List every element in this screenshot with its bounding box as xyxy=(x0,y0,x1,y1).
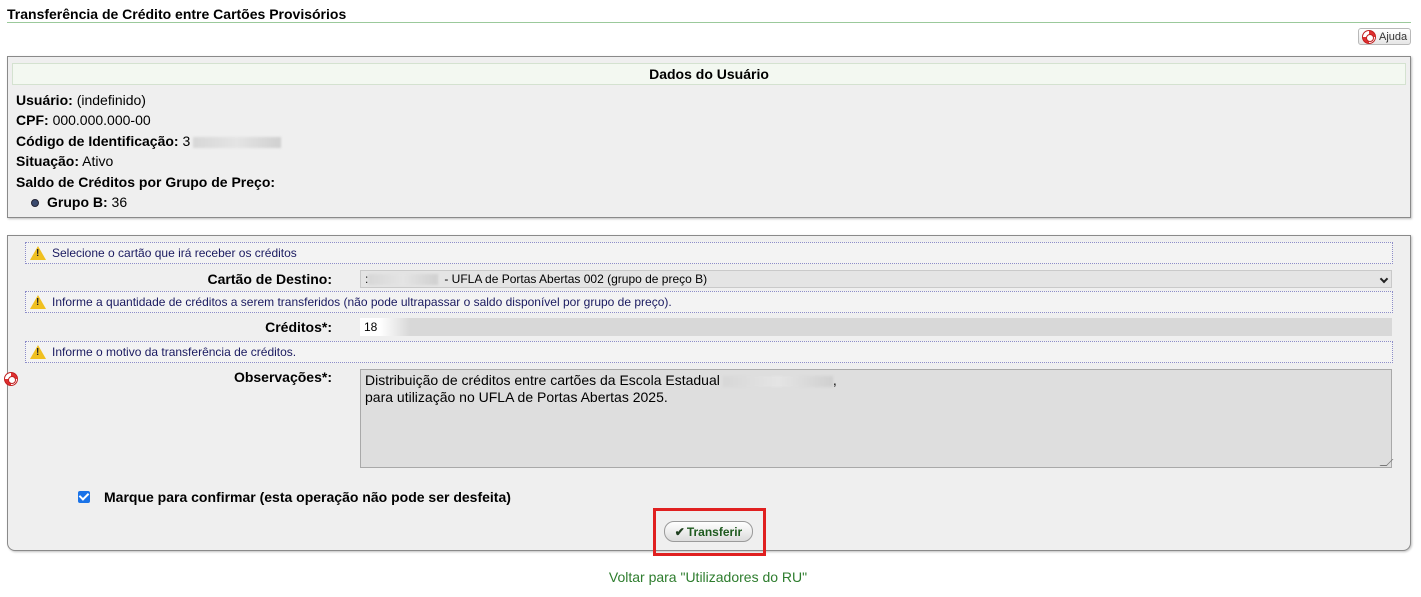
grupo-label: Grupo B: xyxy=(47,194,108,210)
title-divider xyxy=(7,22,1411,23)
warning-card-text: Selecione o cartão que irá receber os cr… xyxy=(52,246,297,260)
lifebuoy-icon xyxy=(1362,29,1376,44)
warning-icon xyxy=(30,246,46,260)
warning-reason-text: Informe o motivo da transferência de cré… xyxy=(52,345,297,359)
grupo-item: Grupo B: 36 xyxy=(31,194,127,210)
obs-label: Observações*: xyxy=(233,369,332,385)
confirm-checkbox[interactable] xyxy=(78,491,90,503)
chevron-down-icon xyxy=(1379,274,1389,284)
credits-label: Créditos*: xyxy=(265,319,332,335)
warning-card: Selecione o cartão que irá receber os cr… xyxy=(25,242,1393,264)
help-button[interactable]: Ajuda xyxy=(1358,28,1411,45)
codigo-line: Código de Identificação: 3 xyxy=(16,133,282,149)
card-selected-text: - UFLA de Portas Abertas 002 (grupo de p… xyxy=(444,272,708,286)
warning-reason: Informe o motivo da transferência de cré… xyxy=(25,341,1393,363)
situacao-label: Situação: xyxy=(16,153,80,169)
credits-input[interactable] xyxy=(360,318,1392,336)
situacao-value: Ativo xyxy=(82,153,114,169)
codigo-label: Código de Identificação: xyxy=(16,133,179,149)
redacted-card-id xyxy=(368,274,439,286)
bullet-icon xyxy=(31,199,39,208)
usuario-line: Usuário: (indefinido) xyxy=(16,92,146,108)
codigo-value: 3 xyxy=(182,133,191,149)
help-label: Ajuda xyxy=(1379,30,1408,43)
destination-card-select[interactable]: :- UFLA de Portas Abertas 002 (grupo de … xyxy=(360,270,1392,288)
observations-textarea[interactable]: Distribuição de créditos entre cartões d… xyxy=(360,369,1394,468)
warning-credits: Informe a quantidade de créditos a serem… xyxy=(25,291,1393,313)
cpf-value: 000.000.000-00 xyxy=(52,112,151,128)
confirm-row[interactable]: Marque para confirmar (esta operação não… xyxy=(78,488,511,506)
obs-line1-end: , xyxy=(832,372,837,388)
redacted-school-name xyxy=(722,375,833,387)
usuario-label: Usuário: xyxy=(16,92,73,108)
transfer-button[interactable]: ✔ Transferir xyxy=(664,521,753,542)
back-link[interactable]: Voltar para "Utilizadores do RU" xyxy=(0,569,1416,585)
transfer-label: Transferir xyxy=(686,524,743,539)
card-label: Cartão de Destino: xyxy=(207,271,332,287)
warning-icon xyxy=(30,295,46,309)
obs-line1: Distribuição de créditos entre cartões d… xyxy=(365,372,720,388)
resize-handle[interactable] xyxy=(1379,459,1394,466)
lifebuoy-icon[interactable] xyxy=(4,372,18,386)
saldo-line: Saldo de Créditos por Grupo de Preço: xyxy=(16,174,275,190)
page-title: Transferência de Crédito entre Cartões P… xyxy=(7,6,347,22)
situacao-line: Situação: Ativo xyxy=(16,153,113,169)
warning-icon xyxy=(30,345,46,359)
cpf-line: CPF: 000.000.000-00 xyxy=(16,112,151,128)
cpf-label: CPF: xyxy=(16,112,49,128)
obs-line2: para utilização no UFLA de Portas Aberta… xyxy=(365,389,668,405)
redacted-value xyxy=(193,136,282,148)
panel-header: Dados do Usuário xyxy=(12,63,1406,85)
confirm-label: Marque para confirmar (esta operação não… xyxy=(104,489,511,505)
usuario-value: (indefinido) xyxy=(76,92,146,108)
saldo-label: Saldo de Créditos por Grupo de Preço: xyxy=(16,174,276,190)
grupo-value: 36 xyxy=(111,194,128,210)
warning-credits-text: Informe a quantidade de créditos a serem… xyxy=(52,295,672,309)
user-data-panel: Dados do Usuário Usuário: (indefinido) C… xyxy=(7,56,1411,218)
checkmark-icon: ✔ xyxy=(674,524,685,539)
